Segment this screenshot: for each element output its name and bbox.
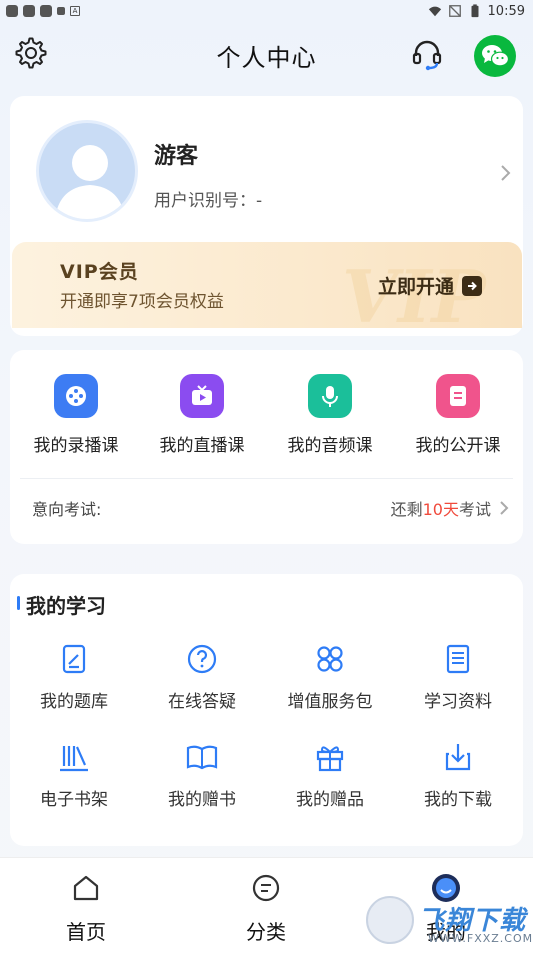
- wechat-bubbles-icon: [482, 45, 510, 67]
- open-book-icon: [186, 745, 218, 770]
- study-item-question-bank[interactable]: 我的题库: [10, 642, 138, 712]
- exam-prefix: 还剩: [390, 500, 423, 519]
- vip-title: VIP会员: [60, 261, 139, 283]
- notification-icon: [40, 5, 52, 17]
- study-card: 我的学习 我的题库 在线答疑 增值服务包 学习资料 电子书架 我的赠书 我的赠品…: [10, 574, 523, 846]
- divider: [20, 478, 513, 479]
- status-badge: A: [70, 6, 80, 16]
- course-live[interactable]: 我的直播课: [138, 374, 266, 456]
- study-label: 电子书架: [40, 790, 108, 810]
- profile-icon: [432, 874, 460, 902]
- bookshelf-icon: [60, 746, 88, 772]
- chevron-right-icon[interactable]: [499, 164, 513, 182]
- microphone-icon: [308, 374, 352, 418]
- download-icon: [445, 744, 471, 771]
- vip-description: 开通即享7项会员权益: [60, 292, 224, 312]
- vip-open-button[interactable]: 立即开通: [378, 272, 483, 299]
- exam-suffix: 考试: [458, 500, 491, 519]
- tab-mine[interactable]: 我的: [386, 872, 506, 945]
- study-item-bookshelf[interactable]: 电子书架: [10, 740, 138, 810]
- study-item-materials[interactable]: 学习资料: [394, 642, 522, 712]
- study-label: 增值服务包: [287, 692, 373, 712]
- bottom-tab-bar: 首页 分类 我的: [0, 857, 533, 957]
- status-notification-icons: A: [6, 5, 80, 17]
- study-item-service-pack[interactable]: 增值服务包: [266, 642, 394, 712]
- course-open[interactable]: 我的公开课: [394, 374, 522, 456]
- tab-home[interactable]: 首页: [26, 872, 146, 945]
- category-icon: [252, 874, 280, 902]
- battery-icon: [471, 4, 479, 18]
- notes-icon: [446, 644, 470, 674]
- headset-icon[interactable]: [409, 36, 445, 72]
- notification-icon: [57, 7, 65, 15]
- course-label: 我的音频课: [287, 436, 373, 456]
- courses-card: 我的录播课 我的直播课 我的音频课 我的公开课 意向考试: 还剩10天考试: [10, 350, 523, 544]
- intended-exam-label: 意向考试:: [32, 500, 102, 519]
- notification-icon: [23, 5, 35, 17]
- course-audio[interactable]: 我的音频课: [266, 374, 394, 456]
- study-item-online-qa[interactable]: 在线答疑: [138, 642, 266, 712]
- user-id-label: 用户识别号：-: [154, 191, 263, 211]
- study-item-downloads[interactable]: 我的下载: [394, 740, 522, 810]
- grid-icon: [317, 646, 343, 672]
- course-label: 我的直播课: [159, 436, 245, 456]
- study-item-gifts[interactable]: 我的赠品: [266, 740, 394, 810]
- home-icon: [73, 875, 99, 901]
- course-recorded[interactable]: 我的录播课: [12, 374, 140, 456]
- tab-category[interactable]: 分类: [206, 872, 326, 945]
- film-reel-icon: [54, 374, 98, 418]
- username: 游客: [154, 144, 199, 169]
- tab-label: 分类: [246, 920, 286, 944]
- study-label: 我的赠品: [296, 790, 364, 810]
- status-bar: A 10:59: [0, 0, 533, 22]
- avatar[interactable]: [36, 120, 138, 222]
- notification-icon: [6, 5, 18, 17]
- edit-sheet-icon: [62, 644, 86, 674]
- study-item-gift-books[interactable]: 我的赠书: [138, 740, 266, 810]
- study-label: 我的赠书: [168, 790, 236, 810]
- status-time: 10:59: [487, 3, 525, 19]
- vip-open-label: 立即开通: [378, 276, 455, 298]
- study-label: 我的题库: [40, 692, 108, 712]
- default-avatar-icon: [55, 145, 125, 219]
- study-label: 学习资料: [424, 692, 492, 712]
- wifi-icon: [428, 6, 441, 17]
- arrow-right-icon: [462, 275, 483, 296]
- exam-days: 10天: [422, 500, 459, 519]
- course-label: 我的录播课: [33, 436, 119, 456]
- tab-label: 首页: [66, 920, 106, 944]
- gift-icon: [316, 746, 344, 772]
- vip-banner[interactable]: VIP VIP会员 开通即享7项会员权益 立即开通: [12, 242, 522, 328]
- study-label: 在线答疑: [168, 692, 236, 712]
- study-label: 我的下载: [424, 790, 492, 810]
- section-title: 我的学习: [17, 590, 106, 619]
- wechat-icon[interactable]: [474, 35, 516, 77]
- tv-play-icon: [180, 374, 224, 418]
- document-icon: [436, 374, 480, 418]
- tab-label: 我的: [426, 920, 466, 944]
- course-label: 我的公开课: [415, 436, 501, 456]
- page-title: 个人中心: [216, 44, 317, 72]
- exam-countdown[interactable]: 还剩10天考试: [391, 496, 509, 520]
- chevron-right-icon: [500, 501, 509, 515]
- question-icon: [187, 644, 217, 674]
- no-signal-icon: [448, 5, 461, 17]
- header: 个人中心: [0, 28, 533, 82]
